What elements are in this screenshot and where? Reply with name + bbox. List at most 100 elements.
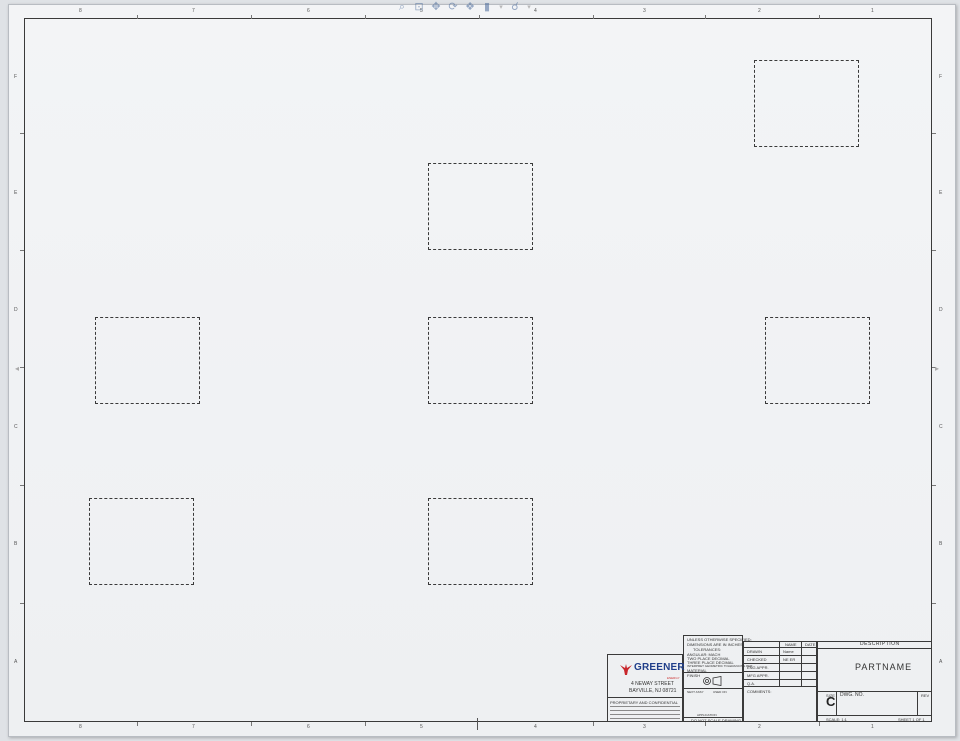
display-style-icon[interactable]: ▮ [480,1,494,14]
description-column-divider [836,691,837,715]
zone-label-right: F [939,74,943,80]
zone-label-right: E [939,190,943,196]
description-block-frame [817,641,932,722]
heads-up-view-toolbar[interactable]: ⌕ ⊡ ✥ ⟳ ❖ ▮ ▾ ☌ ▾ [395,0,533,14]
zone-tick [593,722,594,726]
zone-label-right: D [939,307,943,313]
company-address-line1: 4 NEWAY STREET [631,681,674,687]
title-block-divider [607,697,683,698]
center-arrow-left-icon: ◂ [15,364,20,373]
finish-label: FINISH [687,673,701,678]
description-column-divider [917,691,918,715]
zone-tick [20,367,24,368]
zone-tick [20,133,24,134]
view-placeholder-middle-right[interactable] [765,317,870,404]
zone-tick [932,485,936,486]
zone-label-bottom: 7 [192,724,195,730]
rev-label: REV [921,693,930,698]
zone-tick [20,250,24,251]
zone-label-top: 4 [534,8,537,14]
third-angle-projection-icon [703,676,722,686]
hide-show-icon[interactable]: ☌ [508,1,522,14]
zone-tick [20,485,24,486]
zone-label-bottom: 6 [307,724,310,730]
zone-label-bottom: 2 [758,724,761,730]
proprietary-text-lines [610,706,680,720]
used-on-label: USED ON [713,690,727,694]
pan-icon[interactable]: ✥ [429,1,443,14]
zone-label-top: 3 [643,8,646,14]
zone-label-right: B [939,541,943,547]
zone-tick [819,722,820,726]
zone-tick [819,15,820,19]
eagle-logo-icon [620,664,632,675]
proprietary-label: PROPRIETARY AND CONFIDENTIAL [610,700,679,705]
view-placeholder-top-right[interactable] [754,60,859,147]
eng-appr-label: ENG APPR. [747,665,769,670]
approval-row-divider [743,655,817,656]
view-placeholder-middle-center[interactable] [428,317,533,404]
description-divider [817,648,932,649]
zone-tick [932,133,936,134]
zone-label-left: C [14,424,18,430]
zone-tick [479,15,480,19]
zone-tick [365,722,366,726]
zone-label-bottom: 3 [643,724,646,730]
zone-label-top: 2 [758,8,761,14]
drawing-sheet[interactable]: 8 7 6 5 4 3 2 1 8 7 6 5 4 3 2 1 F E D C … [8,4,956,737]
zone-tick [593,15,594,19]
part-name-value[interactable]: PARTNAME [855,663,912,672]
view-settings-icon[interactable]: ❖ [463,1,477,14]
drawn-name-value: Name [783,649,794,654]
redraw-icon[interactable]: ⟳ [446,1,460,14]
zone-tick [251,15,252,19]
center-arrow-right-icon: ▸ [935,364,940,373]
zone-label-left: D [14,307,18,313]
drawn-label: DRAWN [747,649,762,654]
description-divider [817,691,932,692]
zone-label-bottom: 8 [79,724,82,730]
sheet-bottom-marker [477,718,478,730]
zone-label-left: A [14,659,18,665]
zoom-to-fit-icon[interactable]: ⌕ [395,1,409,14]
zone-tick [932,603,936,604]
zone-tick [137,15,138,19]
zone-tick [251,722,252,726]
tolerance-divider [683,672,743,673]
zone-label-bottom: 1 [871,724,874,730]
checked-name-value: NE ER [783,657,796,662]
view-dropdown-arrow-icon[interactable]: ▾ [497,1,505,14]
approval-row-divider [743,679,817,680]
size-value: C [826,694,836,709]
hide-show-dropdown-arrow-icon[interactable]: ▾ [525,1,533,14]
zone-label-bottom: 5 [420,724,423,730]
approval-row-divider [743,686,817,687]
dwg-no-label: DWG. NO. [840,692,864,698]
view-placeholder-bottom-center[interactable] [428,498,533,585]
approval-row-divider [743,671,817,672]
zone-label-top: 1 [871,8,874,14]
zone-tick [365,15,366,19]
zone-label-left: B [14,541,18,547]
zone-tick [705,15,706,19]
zone-label-top: 6 [307,8,310,14]
zone-label-left: F [14,74,18,80]
company-logo-text: GREENER [634,662,685,673]
zone-tick [932,250,936,251]
view-placeholder-top-center[interactable] [428,163,533,250]
zone-tick [20,603,24,604]
zone-tick [137,722,138,726]
zone-label-bottom: 4 [534,724,537,730]
next-assy-label: NEXT ASSY [687,690,704,694]
comments-label: COMMENTS: [747,689,772,694]
view-placeholder-bottom-left[interactable] [89,498,194,585]
scale-label: SCALE: 1:1 [826,717,847,722]
title-block[interactable]: GREENER ENERGY 4 NEWAY STREET BAYVILLE, … [607,635,932,723]
tolerance-divider [683,688,743,689]
description-divider [817,715,932,716]
view-placeholder-middle-left[interactable] [95,317,200,404]
sheet-label: SHEET 1 OF 1 [898,717,925,722]
zoom-area-icon[interactable]: ⊡ [412,1,426,14]
approval-row-divider [743,663,817,664]
approval-row-divider [743,647,817,648]
